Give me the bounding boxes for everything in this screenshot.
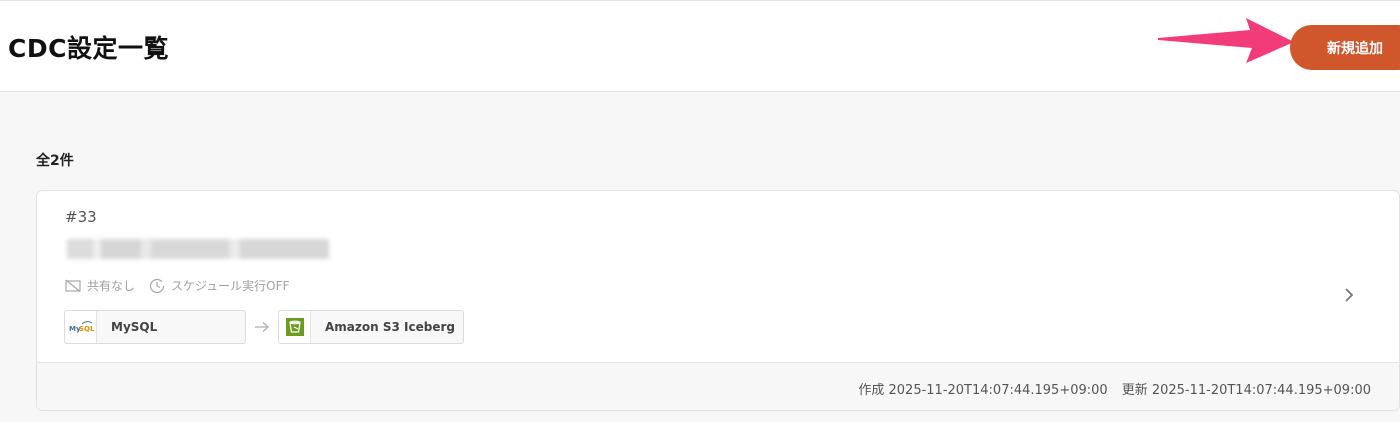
annotation-arrow-icon [1158, 18, 1294, 63]
sharing-label: 共有なし [87, 279, 136, 293]
source-connector: My SQL MySQL [64, 310, 246, 344]
sharing-status: 共有なし [65, 277, 135, 294]
chevron-right-icon[interactable] [1343, 287, 1355, 303]
schedule-label: スケジュール実行OFF [171, 279, 290, 293]
card-footer: 作成 2025-11-20T14:07:44.195+09:00 更新 2025-… [37, 362, 1399, 410]
clock-icon [149, 278, 165, 293]
destination-connector: Amazon S3 Iceberg [278, 310, 464, 344]
schedule-status: スケジュール実行OFF [149, 277, 289, 294]
s3-bucket-icon [279, 311, 311, 343]
created-timestamp: 作成 2025-11-20T14:07:44.195+09:00 [858, 383, 1108, 398]
redacted-config-name [67, 239, 329, 259]
page-title: CDC設定一覧 [8, 34, 169, 63]
cdc-config-card[interactable]: #33 共有なし スケジュール実行OFF My SQL MySQL Amazon… [36, 190, 1400, 411]
add-new-button[interactable]: 新規追加 [1290, 25, 1400, 70]
flow-arrow-icon [255, 322, 269, 332]
svg-text:SQL: SQL [79, 325, 94, 333]
no-share-icon [65, 279, 81, 292]
mysql-logo-icon: My SQL [65, 311, 97, 343]
config-id: #33 [65, 208, 97, 226]
config-meta: 共有なし スケジュール実行OFF [65, 277, 303, 294]
source-name: MySQL [111, 320, 158, 334]
updated-timestamp: 更新 2025-11-20T14:07:44.195+09:00 [1121, 383, 1371, 398]
page-header: CDC設定一覧 新規追加 [0, 0, 1400, 92]
destination-name: Amazon S3 Iceberg [325, 320, 455, 334]
result-count: 全2件 [36, 153, 74, 169]
timestamps: 作成 2025-11-20T14:07:44.195+09:00 更新 2025-… [858, 379, 1371, 398]
